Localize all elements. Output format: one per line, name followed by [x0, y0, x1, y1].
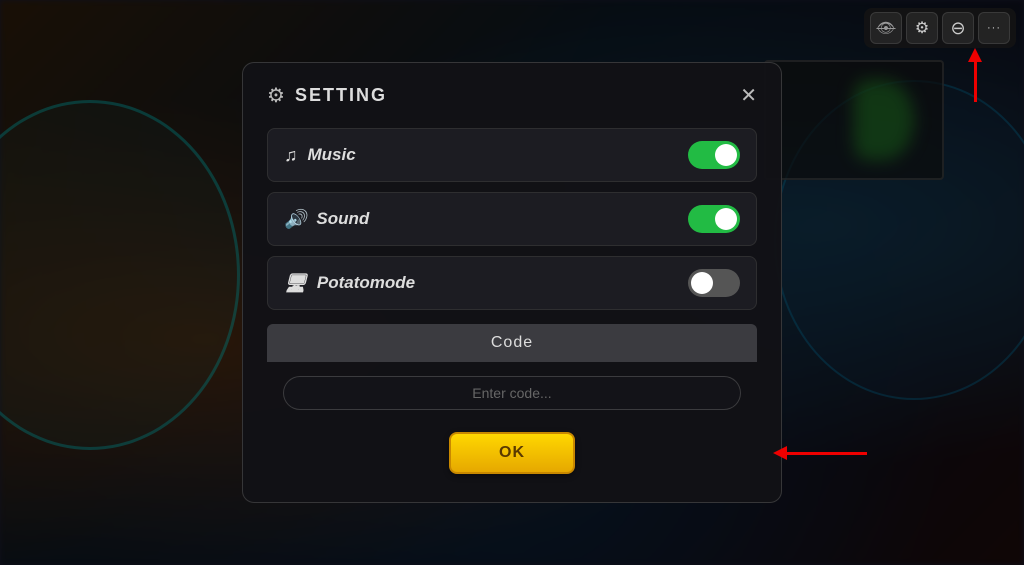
sound-toggle-row: 🔊 Sound: [267, 192, 757, 246]
arrow-head-up: [968, 48, 982, 62]
account-icon: ⊖: [950, 18, 965, 39]
ok-arrow-shaft: [787, 452, 867, 455]
settings-button[interactable]: ⚙: [906, 12, 938, 44]
music-toggle[interactable]: [688, 141, 740, 169]
modal-gear-icon: ⚙: [267, 83, 285, 108]
code-input[interactable]: [283, 376, 741, 410]
music-toggle-knob: [715, 144, 737, 166]
modal-header: ⚙ SETTING ✕: [267, 83, 757, 108]
more-button[interactable]: ···: [978, 12, 1010, 44]
code-header: Code: [267, 324, 757, 362]
sound-toggle[interactable]: [688, 205, 740, 233]
ok-wrap: OK: [267, 432, 757, 474]
account-button[interactable]: ⊖: [942, 12, 974, 44]
music-label: ♫ Music: [284, 145, 356, 166]
close-button[interactable]: ✕: [740, 86, 757, 106]
potatomode-toggle-knob: [691, 272, 713, 294]
potatomode-toggle[interactable]: [688, 269, 740, 297]
gear-icon: ⚙: [915, 18, 929, 38]
modal-title: SETTING: [295, 85, 387, 106]
sound-label: 🔊 Sound: [284, 209, 369, 230]
modal-overlay: ⚙ SETTING ✕ ♫ Music 🔊 Sound: [0, 0, 1024, 565]
gear-arrow: [968, 48, 982, 102]
code-section: Code OK: [267, 324, 757, 474]
modal-title-group: ⚙ SETTING: [267, 83, 387, 108]
ok-arrow-head: [773, 446, 787, 460]
sound-toggle-knob: [715, 208, 737, 230]
arrow-shaft-up: [974, 62, 977, 102]
ok-arrow: [773, 446, 867, 460]
potatomode-label: 🖥 Potatomode: [284, 273, 415, 294]
code-input-wrap: [267, 362, 757, 418]
settings-modal: ⚙ SETTING ✕ ♫ Music 🔊 Sound: [242, 62, 782, 503]
potatomode-icon: 🖥: [284, 273, 307, 294]
ui-toggle-button[interactable]: 👁: [870, 12, 902, 44]
music-icon: ♫: [284, 145, 298, 166]
more-icon: ···: [987, 22, 1001, 34]
ui-icon: 👁: [876, 19, 895, 37]
ok-button[interactable]: OK: [449, 432, 575, 474]
sound-icon: 🔊: [284, 209, 306, 230]
music-toggle-row: ♫ Music: [267, 128, 757, 182]
potatomode-toggle-row: 🖥 Potatomode: [267, 256, 757, 310]
toolbar: 👁 ⚙ ⊖ ···: [864, 8, 1016, 48]
